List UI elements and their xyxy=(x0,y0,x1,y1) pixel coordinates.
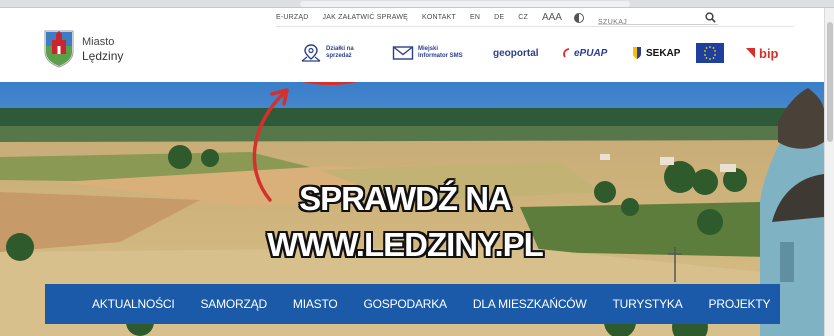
page-scrollbar[interactable] xyxy=(824,8,834,336)
lang-en-link[interactable]: EN xyxy=(470,14,480,21)
lang-de-link[interactable]: DE xyxy=(494,14,504,21)
annotation-line-1: SPRAWDŹ NA xyxy=(299,180,512,217)
e-urzad-link[interactable]: E-URZĄD xyxy=(276,14,309,21)
sekap-shield-icon xyxy=(633,47,641,59)
sekap-link[interactable]: SEKAP xyxy=(632,38,680,68)
logo-line-2: Lędziny xyxy=(82,49,124,63)
nav-aktualnosci[interactable]: AKTUALNOŚCI xyxy=(92,297,175,311)
search-box xyxy=(597,11,718,29)
city-logo-link[interactable]: Miasto Lędziny xyxy=(44,26,174,72)
dzialki-line-1: Działki na xyxy=(326,46,354,52)
nav-miasto[interactable]: MIASTO xyxy=(293,297,338,311)
nav-projekty[interactable]: PROJEKTY xyxy=(709,297,771,311)
dzialki-label: Działki na sprzedaż xyxy=(326,46,354,60)
dzialki-line-2: sprzedaż xyxy=(326,53,352,59)
lang-cz-link[interactable]: CZ xyxy=(518,14,528,21)
city-crest-icon xyxy=(44,30,74,68)
epuap-link[interactable]: ePUAP xyxy=(562,38,607,68)
epuap-label: ePUAP xyxy=(574,47,608,59)
kontakt-link[interactable]: KONTAKT xyxy=(422,14,456,21)
city-name: Miasto Lędziny xyxy=(82,35,123,63)
jak-zalatwic-link[interactable]: JAK ZAŁATWIĆ SPRAWĘ xyxy=(323,14,408,21)
contrast-icon[interactable] xyxy=(573,12,584,23)
epuap-swoosh-icon xyxy=(563,48,570,58)
search-input[interactable] xyxy=(597,15,698,29)
miejski-informator-sms-link[interactable]: Miejski Informator SMS xyxy=(392,38,463,68)
geoportal-label: geoportal xyxy=(493,47,539,59)
utility-bar: E-URZĄD JAK ZAŁATWIĆ SPRAWĘ KONTAKT EN D… xyxy=(276,9,794,29)
geoportal-link[interactable]: geoportal xyxy=(493,38,539,68)
bip-flag-icon xyxy=(746,48,755,58)
scrollbar-thumb[interactable] xyxy=(827,22,833,142)
eu-flag-icon xyxy=(696,43,724,63)
nav-dla-mieszkancow[interactable]: DLA MIESZKAŃCÓW xyxy=(473,297,587,311)
annotation-line-2: WWW.LEDZINY.PL xyxy=(267,226,544,263)
search-icon[interactable] xyxy=(705,11,716,23)
site-header: Miasto Lędziny E-URZĄD JAK ZAŁATWIĆ SPRA… xyxy=(0,8,824,82)
nav-gospodarka[interactable]: GOSPODARKA xyxy=(364,297,448,311)
logo-line-1: Miasto xyxy=(82,36,115,48)
font-size-toggle[interactable]: AAA xyxy=(542,12,562,23)
main-navigation: AKTUALNOŚCI SAMORZĄD MIASTO GOSPODARKA D… xyxy=(45,284,780,324)
service-shortcuts: Działki na sprzedaż Miejski Informator S… xyxy=(300,38,790,68)
browser-chrome-strip xyxy=(0,0,834,8)
informator-label: Miejski Informator SMS xyxy=(418,46,463,60)
map-pin-icon xyxy=(301,44,321,62)
address-bar-edge xyxy=(300,1,630,7)
bip-label: bip xyxy=(759,45,779,61)
informator-line-2: Informator SMS xyxy=(418,53,463,59)
eu-flag-link[interactable] xyxy=(696,38,724,68)
sekap-label: SEKAP xyxy=(646,47,681,59)
dzialki-na-sprzedaz-link[interactable]: Działki na sprzedaż xyxy=(300,38,354,68)
bip-link[interactable]: bip xyxy=(746,38,779,68)
informator-line-1: Miejski xyxy=(418,46,439,52)
nav-turystyka[interactable]: TURYSTYKA xyxy=(613,297,683,311)
envelope-icon xyxy=(392,46,414,60)
nav-samorzad[interactable]: SAMORZĄD xyxy=(201,297,268,311)
